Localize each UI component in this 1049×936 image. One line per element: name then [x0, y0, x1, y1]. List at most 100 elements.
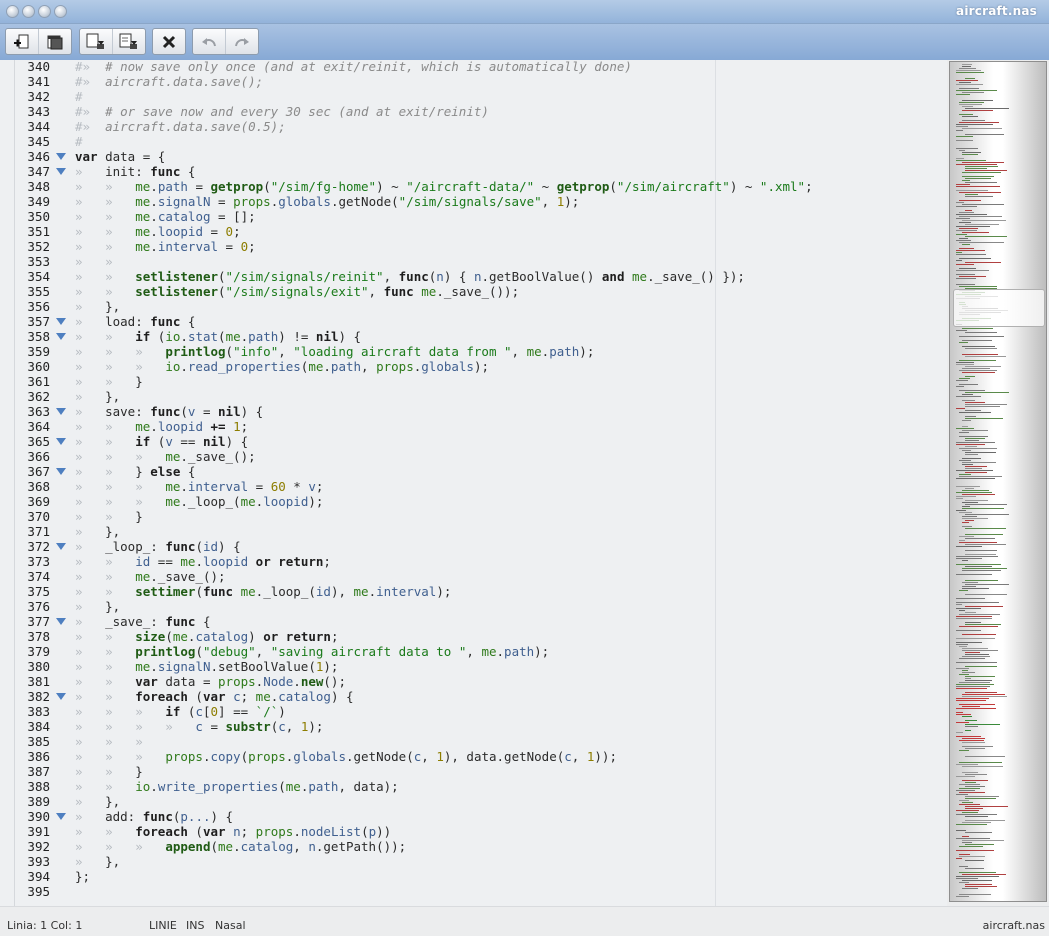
save-button[interactable]	[80, 29, 113, 54]
fold-arrow-icon[interactable]	[56, 333, 66, 340]
code-line[interactable]: 352 » » me.interval = 0;	[0, 239, 947, 254]
code-line[interactable]: 389 » },	[0, 794, 947, 809]
fold-arrow-icon[interactable]	[56, 618, 66, 625]
minimize-window-icon[interactable]	[22, 5, 35, 18]
code-line[interactable]: 368 » » » me.interval = 60 * v;	[0, 479, 947, 494]
code-line[interactable]: 375» » settimer(func me._loop_(id), me.i…	[0, 584, 947, 599]
code-token: return	[285, 629, 331, 644]
code-line[interactable]: 383 » » » if (c[0] == `/`)	[0, 704, 947, 719]
undo-button[interactable]	[193, 29, 226, 54]
code-token: » » »	[75, 479, 166, 494]
code-line[interactable]: 363 » save: func(v = nil) {	[0, 404, 947, 419]
code-line[interactable]: 379 » » printlog("debug", "saving aircraf…	[0, 644, 947, 659]
code-line[interactable]: 373 » » id == me.loopid or return;	[0, 554, 947, 569]
code-line[interactable]: 377 » _save_: func {	[0, 614, 947, 629]
code-line[interactable]: 357 » load: func {	[0, 314, 947, 329]
code-line[interactable]: 371 » },	[0, 524, 947, 539]
code-token: globals	[278, 194, 331, 209]
code-token: (	[150, 434, 166, 449]
code-line[interactable]: 387 » » }	[0, 764, 947, 779]
code-line[interactable]: 392 » » » append(me.catalog, n.getPath())…	[0, 839, 947, 854]
code-line[interactable]: 380 » » me.signalN.setBoolValue(1);	[0, 659, 947, 674]
code-token: or	[263, 629, 279, 644]
line-number: 388	[27, 779, 50, 794]
code-line[interactable]: 365 » » if (v == nil) {	[0, 434, 947, 449]
code-line[interactable]: 376 » },	[0, 599, 947, 614]
code-line[interactable]: 388» » io.write_properties(me.path, data…	[0, 779, 947, 794]
fold-arrow-icon[interactable]	[56, 693, 66, 700]
code-line[interactable]: 359 » » » printlog("info", "loading aircr…	[0, 344, 947, 359]
shade-window-icon[interactable]	[54, 5, 67, 18]
code-line[interactable]: 394};	[0, 869, 947, 884]
fold-arrow-icon[interactable]	[56, 153, 66, 160]
code-line[interactable]: 393 » },	[0, 854, 947, 869]
save-as-button[interactable]	[113, 29, 146, 54]
code-line[interactable]: 361 » » }	[0, 374, 947, 389]
code-line[interactable]: 340 #» # now save only once (and at exit/…	[0, 60, 947, 74]
code-line[interactable]: 345 #	[0, 134, 947, 149]
code-line[interactable]: 391» » foreach (var n; props.nodeList(p)…	[0, 824, 947, 839]
code-token: {	[180, 464, 196, 479]
code-token: .	[180, 359, 188, 374]
code-line[interactable]: 369 » » » me._loop_(me.loopid);	[0, 494, 947, 509]
minimap-stroke	[956, 362, 974, 363]
fold-arrow-icon[interactable]	[56, 168, 66, 175]
code-line[interactable]: 358» » if (io.stat(me.path) != nil) {	[0, 329, 947, 344]
code-line[interactable]: 354 » » setlistener("/sim/signals/reinit"…	[0, 269, 947, 284]
code-line[interactable]: 385 » » »	[0, 734, 947, 749]
code-line[interactable]: 370 » » }	[0, 509, 947, 524]
code-line[interactable]: 353 » »	[0, 254, 947, 269]
minimap-stroke	[962, 232, 989, 233]
maximize-window-icon[interactable]	[38, 5, 51, 18]
fold-arrow-icon[interactable]	[56, 408, 66, 415]
code-line[interactable]: 344 #» aircraft.data.save(0.5);	[0, 119, 947, 134]
code-line[interactable]: 381 » » var data = props.Node.new();	[0, 674, 947, 689]
code-token: (	[263, 179, 271, 194]
code-line[interactable]: 378 » » size(me.catalog) or return;	[0, 629, 947, 644]
redo-button[interactable]	[226, 29, 259, 54]
minimap-stroke	[962, 462, 996, 463]
minimap-stroke	[962, 162, 1004, 163]
code-text: #» # now save only once (and at exit/rei…	[75, 60, 632, 74]
code-line[interactable]: 372 » _loop_: func(id) {	[0, 539, 947, 554]
close-window-icon[interactable]	[6, 5, 19, 18]
code-line[interactable]: 349» » me.signalN = props.globals.getNod…	[0, 194, 947, 209]
minimap-stroke	[962, 560, 968, 561]
minimap-stroke	[965, 550, 997, 551]
code-line[interactable]: 364 » » me.loopid += 1;	[0, 419, 947, 434]
code-line[interactable]: 367 » » } else {	[0, 464, 947, 479]
code-line[interactable]: 356 » },	[0, 299, 947, 314]
code-line[interactable]: 374 » » me._save_();	[0, 569, 947, 584]
code-line[interactable]: 386» » » props.copy(props.globals.getNod…	[0, 749, 947, 764]
code-line[interactable]: 346 var data = {	[0, 149, 947, 164]
fold-arrow-icon[interactable]	[56, 438, 66, 445]
code-line[interactable]: 350 » » me.catalog = [];	[0, 209, 947, 224]
code-line[interactable]: 390 » add: func(p...) {	[0, 809, 947, 824]
code-line[interactable]: 351 » » me.loopid = 0;	[0, 224, 947, 239]
minimap[interactable]	[949, 61, 1047, 902]
close-button[interactable]	[153, 29, 185, 54]
fold-arrow-icon[interactable]	[56, 318, 66, 325]
code-line[interactable]: 395	[0, 884, 947, 899]
code-line[interactable]: 362 » },	[0, 389, 947, 404]
code-line[interactable]: 343 #» # or save now and every 30 sec (an…	[0, 104, 947, 119]
minimap-stroke	[965, 680, 992, 681]
code-line[interactable]: 366 » » » me._save_();	[0, 449, 947, 464]
code-line[interactable]: 382 » » foreach (var c; me.catalog) {	[0, 689, 947, 704]
new-document-button[interactable]	[6, 29, 39, 54]
code-line[interactable]: 341 #» aircraft.data.save();	[0, 74, 947, 89]
code-line[interactable]: 360 » » » io.read_properties(me.path, pro…	[0, 359, 947, 374]
code-line[interactable]: 342 #	[0, 89, 947, 104]
fold-arrow-icon[interactable]	[56, 813, 66, 820]
code-line[interactable]: 348» » me.path = getprop("/sim/fg-home")…	[0, 179, 947, 194]
code-line[interactable]: 355 » » setlistener("/sim/signals/exit", …	[0, 284, 947, 299]
code-line[interactable]: 384 » » » » c = substr(c, 1);	[0, 719, 947, 734]
minimap-stroke	[956, 84, 983, 85]
fold-arrow-icon[interactable]	[56, 543, 66, 550]
code-editor[interactable]: 340 #» # now save only once (and at exit/…	[0, 60, 947, 906]
code-line[interactable]: 347 » init: func {	[0, 164, 947, 179]
minimap-stroke	[965, 376, 975, 377]
open-document-button[interactable]	[39, 29, 72, 54]
minimap-viewport[interactable]	[953, 289, 1045, 327]
fold-arrow-icon[interactable]	[56, 468, 66, 475]
